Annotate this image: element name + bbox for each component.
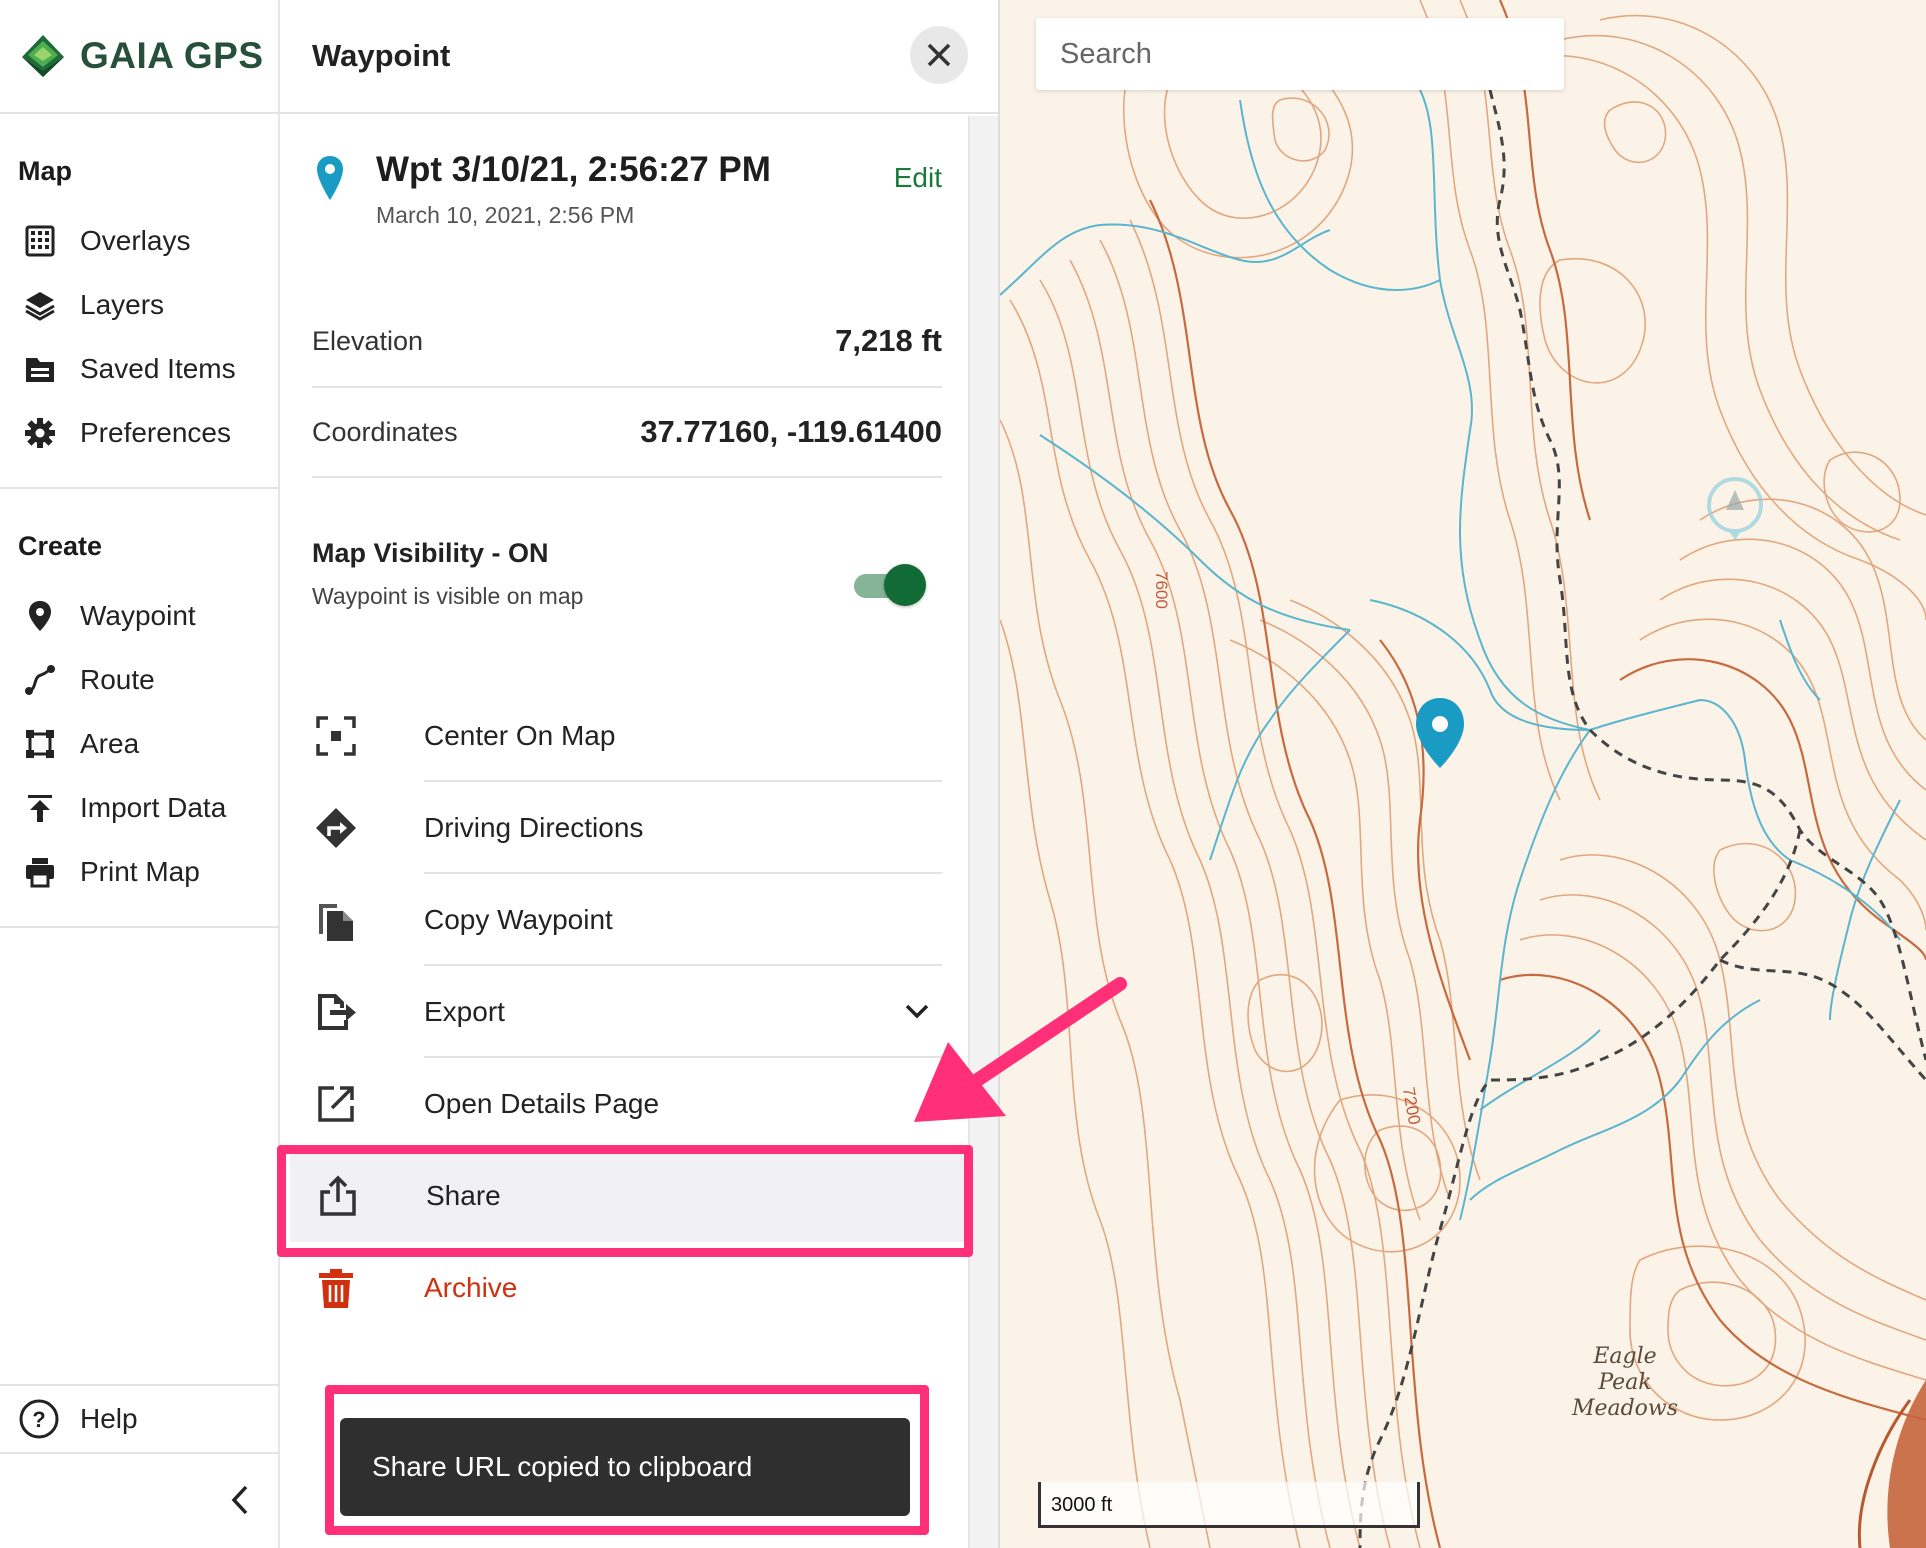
nav-item-label: Overlays xyxy=(80,225,191,256)
nav-item-saved-items[interactable]: Saved Items xyxy=(0,337,278,401)
place-label-line: Peak xyxy=(1598,1370,1652,1395)
center-icon xyxy=(314,714,358,758)
waypoint-pin-icon xyxy=(317,156,343,200)
waypoint-name: Wpt 3/10/21, 2:56:27 PM xyxy=(376,150,771,189)
pin-icon xyxy=(22,598,58,634)
toast-message: Share URL copied to clipboard xyxy=(340,1418,910,1516)
nav-item-import-data[interactable]: Import Data xyxy=(0,776,278,840)
action-label: Center On Map xyxy=(424,720,616,751)
nav-item-preferences[interactable]: Preferences xyxy=(0,401,278,465)
place-label-line: Eagle xyxy=(1593,1344,1657,1369)
nav-item-label: Preferences xyxy=(80,417,231,448)
waypoint-panel: Waypoint Wpt 3/10/21, 2:56:27 PM March 1… xyxy=(280,0,1000,1548)
toggle-knob xyxy=(884,564,926,606)
create-section: Create Waypoint Route Area Import Data P… xyxy=(0,489,278,928)
folder-icon xyxy=(22,351,58,387)
nav-item-label: Waypoint xyxy=(80,600,196,631)
map-search-input[interactable]: Search xyxy=(1036,18,1564,90)
directions-icon xyxy=(314,806,358,850)
gaia-logo-icon xyxy=(22,35,64,77)
grid-icon xyxy=(22,223,58,259)
topo-map-canvas xyxy=(1000,0,1926,1548)
area-icon xyxy=(22,726,58,762)
help-icon: ? xyxy=(19,1399,59,1439)
share-highlight-box xyxy=(277,1145,973,1257)
map-section: Map Overlays Layers Saved Items Preferen… xyxy=(0,114,278,489)
waypoint-header: Wpt 3/10/21, 2:56:27 PM March 10, 2021, … xyxy=(312,150,942,230)
driving-directions-button[interactable]: Driving Directions xyxy=(288,782,942,874)
export-icon xyxy=(314,990,358,1034)
external-link-icon xyxy=(314,1082,358,1126)
nav-item-overlays[interactable]: Overlays xyxy=(0,209,278,273)
layers-icon xyxy=(22,287,58,323)
visibility-toggle[interactable] xyxy=(854,564,926,606)
nav-item-route[interactable]: Route xyxy=(0,648,278,712)
nav-item-label: Layers xyxy=(80,289,165,320)
gear-icon xyxy=(22,415,58,451)
help-button[interactable]: ? Help xyxy=(0,1384,278,1454)
elevation-row: Elevation 7,218 ft xyxy=(312,296,942,388)
nav-item-layers[interactable]: Layers xyxy=(0,273,278,337)
map-heading: Map xyxy=(18,156,72,186)
map-view[interactable]: Search 7600 7200 Eagle Peak Meadows 3000… xyxy=(1000,0,1926,1548)
open-details-page-button[interactable]: Open Details Page xyxy=(288,1058,942,1150)
center-on-map-button[interactable]: Center On Map xyxy=(288,690,942,782)
nav-item-label: Import Data xyxy=(80,792,227,823)
place-label-eagle-peak-meadows: Eagle Peak Meadows xyxy=(1560,1344,1690,1422)
visibility-title: Map Visibility - ON xyxy=(312,538,549,568)
nav-item-area[interactable]: Area xyxy=(0,712,278,776)
coordinates-value: 37.77160, -119.61400 xyxy=(640,414,942,449)
trash-icon xyxy=(314,1266,358,1310)
edit-button[interactable]: Edit xyxy=(894,162,942,194)
action-label: Open Details Page xyxy=(424,1088,660,1119)
brand-name: GAIA GPS xyxy=(80,35,264,76)
map-poi-tree-icon[interactable] xyxy=(1707,477,1763,540)
panel-title: Waypoint xyxy=(312,38,451,73)
nav-item-label: Route xyxy=(80,664,155,695)
coordinates-label: Coordinates xyxy=(312,416,458,447)
nav-item-label: Print Map xyxy=(80,856,200,887)
panel-header: Waypoint xyxy=(280,0,998,114)
panel-scrollbar[interactable] xyxy=(968,116,998,1548)
route-icon xyxy=(22,662,58,698)
export-button[interactable]: Export xyxy=(288,966,942,1058)
map-scale-bar: 3000 ft xyxy=(1038,1482,1420,1528)
nav-item-label: Saved Items xyxy=(80,353,236,384)
action-label: Copy Waypoint xyxy=(424,904,613,935)
map-visibility-row: Map Visibility - ON Waypoint is visible … xyxy=(312,538,942,628)
contour-label-7600: 7600 xyxy=(1151,571,1171,609)
upload-icon xyxy=(22,790,58,826)
copy-waypoint-button[interactable]: Copy Waypoint xyxy=(288,874,942,966)
collapse-sidebar-button[interactable] xyxy=(222,1478,258,1522)
chevron-left-icon xyxy=(231,1485,248,1515)
sidebar-nav: GAIA GPS Map Overlays Layers Saved Items xyxy=(0,0,280,1548)
close-button[interactable] xyxy=(910,26,968,84)
waypoint-date: March 10, 2021, 2:56 PM xyxy=(376,202,635,228)
nav-item-label: Area xyxy=(80,728,140,759)
brand-logo[interactable]: GAIA GPS xyxy=(0,0,278,114)
action-label: Export xyxy=(424,996,505,1027)
nav-item-print-map[interactable]: Print Map xyxy=(0,840,278,904)
annotation-arrow-icon xyxy=(914,977,1127,1122)
create-heading: Create xyxy=(18,531,103,561)
svg-text:?: ? xyxy=(32,1407,45,1432)
help-label: Help xyxy=(80,1403,138,1434)
copy-icon xyxy=(314,898,358,942)
visibility-subtitle: Waypoint is visible on map xyxy=(312,583,584,609)
elevation-label: Elevation xyxy=(312,325,424,356)
printer-icon xyxy=(22,854,58,890)
elevation-value: 7,218 ft xyxy=(835,323,942,358)
place-label-line: Meadows xyxy=(1571,1396,1679,1421)
coordinates-row: Coordinates 37.77160, -119.61400 xyxy=(312,388,942,478)
nav-item-waypoint[interactable]: Waypoint xyxy=(0,584,278,648)
close-icon xyxy=(927,43,951,67)
action-label: Driving Directions xyxy=(424,812,644,843)
